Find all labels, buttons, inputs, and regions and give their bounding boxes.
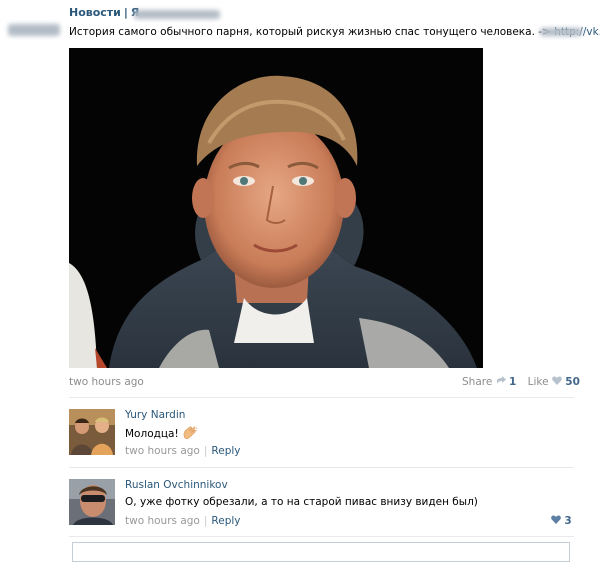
- share-count: 1: [509, 376, 517, 388]
- comment-input-box[interactable]: [72, 542, 570, 564]
- divider: [69, 467, 574, 468]
- comment-author[interactable]: Yury Nardin: [125, 409, 185, 421]
- avatar[interactable]: [69, 409, 115, 455]
- comment-text: О, уже фотку обрезали, а то на старой пи…: [125, 496, 478, 508]
- share-button[interactable]: Share 1: [462, 376, 520, 388]
- comment-text: Молодца!: [125, 426, 198, 443]
- like-count: 50: [565, 376, 580, 388]
- comment-input[interactable]: [73, 546, 569, 564]
- reply-button[interactable]: Reply: [211, 515, 240, 527]
- avatar[interactable]: [69, 479, 115, 525]
- like-label: Like: [527, 376, 549, 388]
- comment-like-count: 3: [564, 515, 572, 527]
- post-time[interactable]: two hours ago: [69, 376, 144, 388]
- comment-meta: two hours ago | Reply: [125, 445, 241, 457]
- heart-icon: [551, 515, 561, 527]
- post-actions: Share 1 Like 50: [462, 376, 580, 388]
- comment-time[interactable]: two hours ago: [125, 445, 200, 457]
- post-text: История самого обычного парня, который р…: [69, 26, 600, 38]
- share-icon: [496, 376, 506, 388]
- comment-meta: two hours ago | Reply: [125, 515, 241, 527]
- comment-author[interactable]: Ruslan Ovchinnikov: [125, 479, 228, 491]
- post-photo[interactable]: [69, 48, 483, 368]
- news-title[interactable]: Новости: [69, 6, 121, 19]
- comment-time[interactable]: two hours ago: [125, 515, 200, 527]
- like-button[interactable]: Like 50: [528, 376, 580, 388]
- portrait-image: [69, 48, 483, 368]
- divider: [69, 397, 574, 398]
- comment-text-body: Молодца!: [125, 428, 179, 440]
- heart-icon: [552, 376, 562, 388]
- blurred-link-tail: [540, 28, 582, 36]
- share-label: Share: [462, 376, 493, 388]
- blurred-source-name: [134, 10, 220, 19]
- divider: [69, 536, 574, 537]
- post-text-body: История самого обычного парня, который р…: [69, 26, 551, 38]
- clapping-hands-icon: [182, 426, 198, 443]
- post-header: Новости|Я: [69, 6, 139, 19]
- comment-like-button[interactable]: 3: [551, 515, 572, 527]
- blurred-source-avatar: [8, 24, 60, 36]
- header-separator: |: [123, 6, 128, 19]
- reply-button[interactable]: Reply: [211, 445, 240, 457]
